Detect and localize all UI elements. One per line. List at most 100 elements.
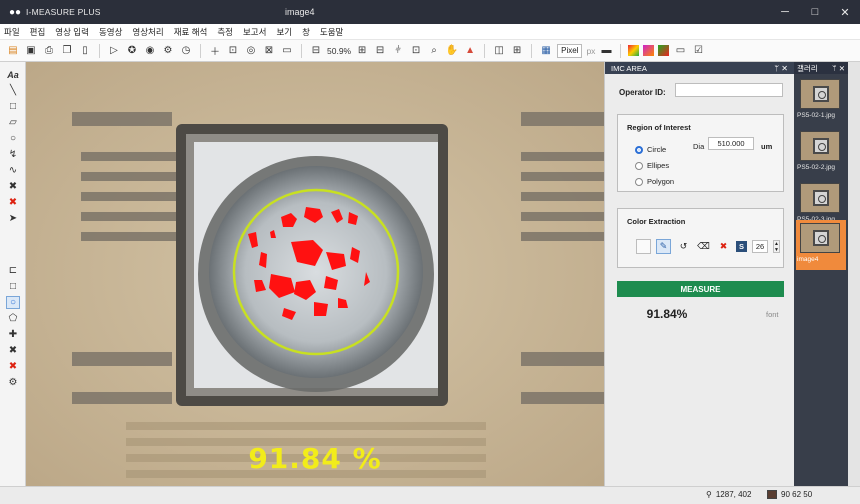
- magnifier-icon[interactable]: ⌕: [427, 44, 441, 58]
- sensitivity-input[interactable]: 26: [752, 240, 768, 253]
- rectangle-tool-icon[interactable]: □: [6, 100, 20, 113]
- record-icon[interactable]: ◉: [143, 44, 157, 58]
- color-extraction-title: Color Extraction: [627, 217, 686, 226]
- roi-delete-icon[interactable]: ✖: [6, 344, 20, 357]
- delete-all-icon[interactable]: ✖: [6, 196, 20, 209]
- menu-window[interactable]: 창: [302, 26, 310, 38]
- panel-pin-close-icon[interactable]: ᛘ ✕: [774, 64, 788, 73]
- imc-area-panel: IMC AREA ᛘ ✕ Operator ID: Region of Inte…: [604, 62, 794, 486]
- gallery-title: 갤러리: [797, 63, 818, 73]
- roi-add-icon[interactable]: ✚: [6, 328, 20, 341]
- menu-view[interactable]: 보기: [276, 26, 292, 38]
- menu-material-analysis[interactable]: 재료 해석: [174, 26, 208, 38]
- roi-new-icon[interactable]: ⊏: [6, 264, 20, 277]
- gallery-item[interactable]: PS5-02-2.jpg: [796, 128, 846, 178]
- menu-help[interactable]: 도움말: [320, 26, 343, 38]
- toolbar-separator: [99, 43, 100, 58]
- eyedropper-icon[interactable]: ✎: [656, 239, 671, 254]
- delete-tool-icon[interactable]: ✖: [6, 180, 20, 193]
- save-icon[interactable]: ▣: [24, 44, 38, 58]
- annotation-icon[interactable]: ▭: [673, 44, 687, 58]
- capture-icon[interactable]: ⊠: [262, 44, 276, 58]
- zoom-level: 50.9%: [327, 45, 352, 56]
- diameter-label: Dia: [693, 142, 705, 151]
- settings-gear-icon[interactable]: ⚙: [161, 44, 175, 58]
- gallery-pin-close-icon[interactable]: ᛘ ✕: [832, 64, 845, 73]
- measure-button[interactable]: MEASURE: [617, 281, 784, 297]
- hand-icon[interactable]: ✋: [445, 44, 459, 58]
- roi-ellipse-radio[interactable]: Ellipes: [635, 161, 669, 170]
- color-sample-swatch[interactable]: [636, 239, 651, 254]
- menu-measure[interactable]: 측정: [217, 26, 233, 38]
- roi-circle-label: Circle: [647, 145, 667, 154]
- radio-unselected-icon: [635, 177, 643, 186]
- play-icon[interactable]: ▷: [107, 44, 121, 58]
- color-map-icon[interactable]: [658, 45, 670, 56]
- panel-title: IMC AREA: [611, 63, 647, 73]
- print-icon[interactable]: ⎙: [42, 44, 56, 58]
- color-palette-icon[interactable]: [628, 45, 640, 56]
- menu-file[interactable]: 파일: [4, 26, 20, 38]
- line-tool-icon[interactable]: ╲: [6, 84, 20, 97]
- copy-icon[interactable]: ❐: [60, 44, 74, 58]
- thumbnail-image: [800, 183, 840, 213]
- calibration-icon[interactable]: ▦: [539, 44, 553, 58]
- layout-2-icon[interactable]: ◫: [492, 44, 506, 58]
- window-icon[interactable]: ⊡: [409, 44, 423, 58]
- screen-icon[interactable]: ▭: [280, 44, 294, 58]
- app-logo-icon: ●●: [8, 6, 22, 18]
- menu-image-processing[interactable]: 영상처리: [132, 26, 163, 38]
- roi-circle-icon[interactable]: ○: [6, 296, 20, 309]
- minimize-button[interactable]: ─: [770, 0, 800, 24]
- maximize-button[interactable]: □: [800, 0, 830, 24]
- location-pin-icon: ⚲: [706, 490, 712, 499]
- zoom-out-icon[interactable]: ⊟: [309, 44, 323, 58]
- image-viewport[interactable]: 91.84 %: [26, 62, 604, 486]
- diameter-input[interactable]: 510.000: [708, 137, 754, 150]
- histogram-icon[interactable]: ▲: [463, 44, 477, 58]
- curve-tool-icon[interactable]: ∿: [6, 164, 20, 177]
- frame-icon[interactable]: ⊡: [226, 44, 240, 58]
- crosshair-icon[interactable]: ＋: [208, 44, 222, 58]
- sensitivity-spinner[interactable]: ▲ ▼: [773, 240, 780, 253]
- eraser-icon[interactable]: ⌫: [696, 239, 711, 254]
- zoom-in-icon[interactable]: ⊞: [355, 44, 369, 58]
- scale-bar-icon[interactable]: ▬: [599, 44, 613, 58]
- roi-settings-icon[interactable]: ⚙: [6, 376, 20, 389]
- menu-edit[interactable]: 편집: [30, 26, 46, 38]
- roi-polygon-label: Polygon: [647, 177, 675, 186]
- open-image-icon[interactable]: ▤: [6, 44, 20, 58]
- close-button[interactable]: ✕: [830, 0, 860, 24]
- gallery-item-active[interactable]: image4: [796, 220, 846, 270]
- spin-down-icon[interactable]: ▼: [774, 247, 779, 253]
- menu-report[interactable]: 보고서: [243, 26, 266, 38]
- layout-4-icon[interactable]: ⊞: [510, 44, 524, 58]
- circle-tool-icon[interactable]: ○: [6, 132, 20, 145]
- color-play-icon[interactable]: [643, 45, 655, 56]
- rotated-rect-tool-icon[interactable]: ▱: [6, 116, 20, 129]
- pointer-icon[interactable]: ➤: [6, 212, 20, 225]
- polyline-tool-icon[interactable]: ↯: [6, 148, 20, 161]
- roi-group-title: Region of Interest: [627, 123, 691, 132]
- roi-delete-all-icon[interactable]: ✖: [6, 360, 20, 373]
- lasso-icon[interactable]: ↺: [676, 239, 691, 254]
- menu-image-input[interactable]: 영상 입력: [55, 26, 89, 38]
- roi-circle-radio[interactable]: Circle: [635, 145, 666, 154]
- fit-icon[interactable]: ⊟: [373, 44, 387, 58]
- menu-video[interactable]: 동영상: [99, 26, 122, 38]
- gallery-item[interactable]: PS5-02-1.jpg: [796, 76, 846, 126]
- text-tool-icon[interactable]: Aa: [6, 68, 20, 81]
- clear-extraction-icon[interactable]: ✖: [716, 239, 731, 254]
- paste-icon[interactable]: ▯: [78, 44, 92, 58]
- radio-unselected-icon: [635, 161, 643, 170]
- unit-select[interactable]: Pixel: [557, 43, 583, 58]
- split-icon[interactable]: ⫩: [391, 44, 405, 58]
- timer-icon[interactable]: ◷: [179, 44, 193, 58]
- roi-rect-icon[interactable]: □: [6, 280, 20, 293]
- target-icon[interactable]: ◎: [244, 44, 258, 58]
- edit-note-icon[interactable]: ☑: [691, 44, 705, 58]
- roi-polygon-icon[interactable]: ⬠: [6, 312, 20, 325]
- camera-icon[interactable]: ✪: [125, 44, 139, 58]
- roi-polygon-radio[interactable]: Polygon: [635, 177, 674, 186]
- operator-id-input[interactable]: [675, 83, 783, 97]
